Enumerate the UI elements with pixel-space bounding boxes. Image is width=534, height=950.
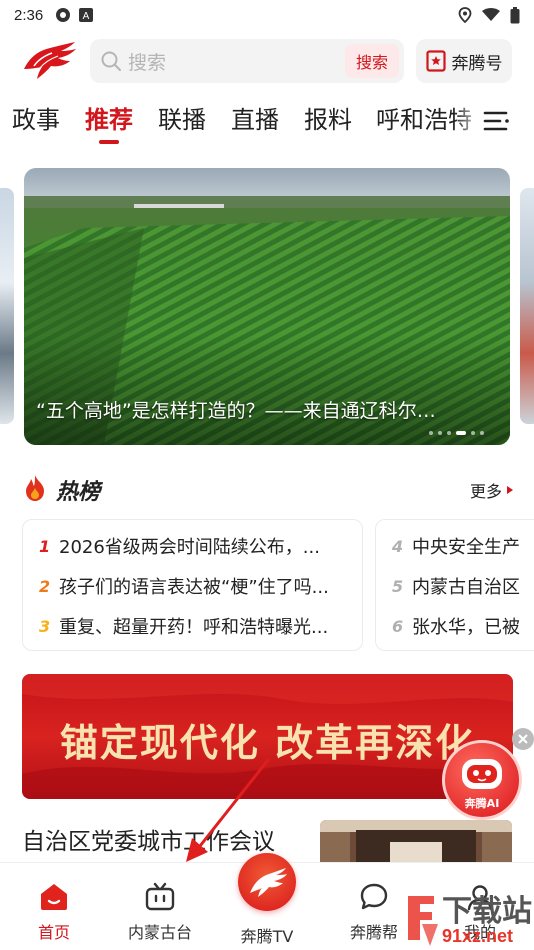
- status-bar: 2:36 A: [0, 0, 534, 30]
- hot-more-label: 更多: [469, 482, 502, 501]
- hot-list-card-1: 1 2026省级两会时间陆续公布，... 2 孩子们的语言表达被“梗”住了吗..…: [22, 519, 363, 651]
- nav-benteng-help-label: 奔腾帮: [349, 923, 398, 942]
- active-tab-indicator: [99, 140, 119, 144]
- tv-icon: [145, 882, 175, 911]
- search-bar[interactable]: 搜索 搜索: [90, 39, 404, 83]
- channel-tabs: 政事 推荐 联播 直播 报料 呼和浩特: [0, 100, 534, 150]
- headline-banner[interactable]: “五个高地”是怎样打造的？——来自通辽科尔…: [24, 168, 510, 445]
- tab-recommend[interactable]: 推荐: [85, 100, 133, 135]
- close-icon: [518, 734, 528, 744]
- carousel-dot[interactable]: [429, 431, 433, 435]
- hot-item-text: 2026省级两会时间陆续公布，...: [59, 537, 320, 558]
- wifi-icon: [482, 8, 500, 21]
- tab-report[interactable]: 报料: [304, 100, 352, 135]
- hot-item[interactable]: 1 2026省级两会时间陆续公布，...: [39, 531, 320, 561]
- app-screen: 2:36 A 搜索 搜索 奔腾号 政事 推荐 联播 直播 报料 呼和浩特 “五个…: [0, 0, 534, 950]
- hot-item[interactable]: 2 孩子们的语言表达被“梗”住了吗...: [39, 571, 329, 601]
- hot-item[interactable]: 3 重复、超量开药！呼和浩特曝光...: [39, 611, 328, 641]
- watermark-logo-mark: [408, 896, 438, 946]
- location-icon: [458, 7, 472, 23]
- carousel-dot[interactable]: [480, 431, 484, 435]
- watermark-title: 下载站: [442, 895, 532, 928]
- nav-nmg-tv-label: 内蒙古台: [127, 923, 192, 942]
- channel-menu-icon[interactable]: [482, 106, 512, 136]
- search-icon: [101, 51, 121, 71]
- carousel-dot-active[interactable]: [456, 431, 466, 435]
- hot-item-text: 内蒙古自治区: [412, 577, 520, 598]
- tab-live[interactable]: 直播: [231, 100, 279, 135]
- hot-item-text: 张水华，已被: [412, 617, 520, 638]
- status-right-icons: [458, 6, 520, 24]
- tabs-fade: [454, 100, 484, 140]
- promo-banner[interactable]: 锚定现代化 改革再深化: [22, 674, 513, 799]
- nav-nmg-tv[interactable]: 内蒙古台: [120, 881, 200, 943]
- carousel-dot[interactable]: [447, 431, 451, 435]
- benteng-tv-center-button[interactable]: [238, 853, 296, 911]
- hot-list-card-2: 4 中央安全生产 5 内蒙古自治区 6 张水华，已被: [375, 519, 534, 651]
- carousel-dots: [429, 431, 484, 435]
- top-header: 搜索 搜索 奔腾号: [0, 36, 534, 88]
- tab-politics[interactable]: 政事: [12, 100, 60, 135]
- hot-rank: 3: [39, 616, 51, 636]
- tab-broadcast[interactable]: 联播: [158, 100, 206, 135]
- hot-item[interactable]: 4 中央安全生产: [392, 531, 520, 561]
- search-input[interactable]: 搜索: [128, 48, 345, 75]
- nav-home[interactable]: 首页: [14, 881, 94, 943]
- benteng-horse-logo[interactable]: [20, 39, 78, 81]
- hot-rank: 6: [392, 616, 404, 636]
- promo-banner-text: 锚定现代化 改革再深化: [59, 720, 476, 765]
- star-bookmark-icon: [425, 50, 446, 72]
- carousel-dot[interactable]: [438, 431, 442, 435]
- hot-rank: 1: [39, 536, 51, 556]
- banner-title: “五个高地”是怎样打造的？——来自通辽科尔…: [36, 400, 436, 422]
- search-button[interactable]: 搜索: [345, 44, 399, 78]
- nav-benteng-tv-label[interactable]: 奔腾TV: [226, 923, 308, 947]
- carousel-next-card[interactable]: [520, 188, 534, 424]
- benteng-account-label: 奔腾号: [451, 53, 503, 74]
- hot-item[interactable]: 5 内蒙古自治区: [392, 571, 520, 601]
- ai-assistant-button[interactable]: 奔腾AI: [442, 740, 522, 820]
- news-item-title[interactable]: 自治区党委城市工作会议: [22, 822, 275, 856]
- benteng-account-button[interactable]: 奔腾号: [416, 39, 512, 83]
- svg-text:A: A: [83, 11, 90, 22]
- chat-bubble-icon: [360, 883, 388, 910]
- carousel-dot[interactable]: [471, 431, 475, 435]
- carousel-prev-card[interactable]: [0, 188, 14, 424]
- site-watermark: 下载站 91xz.net: [404, 886, 534, 950]
- nav-benteng-help[interactable]: 奔腾帮: [334, 881, 414, 943]
- hot-rank: 2: [39, 576, 51, 596]
- status-time: 2:36: [14, 6, 44, 24]
- hot-more-link[interactable]: 更多: [470, 478, 514, 502]
- close-ad-button[interactable]: [512, 728, 534, 750]
- ai-assistant-label: 奔腾AI: [464, 797, 500, 810]
- hot-item-text: 中央安全生产: [412, 537, 520, 558]
- benteng-horse-logo-white: [250, 868, 287, 897]
- watermark-url: 91xz.net: [442, 926, 514, 946]
- hot-list-title: 热榜: [56, 480, 101, 505]
- settings-icon: [56, 8, 71, 22]
- hot-list-header: 热榜 更多: [22, 472, 514, 505]
- hot-item-text: 重复、超量开药！呼和浩特曝光...: [59, 617, 329, 638]
- status-left-icons: A: [55, 7, 94, 23]
- home-icon: [41, 884, 67, 910]
- hot-rank: 5: [392, 576, 404, 596]
- battery-icon: [510, 6, 520, 23]
- notification-a-icon: A: [79, 8, 94, 22]
- hot-item[interactable]: 6 张水华，已被: [392, 611, 520, 641]
- flame-icon: [26, 475, 44, 501]
- caret-right-icon: [507, 486, 513, 494]
- hot-item-text: 孩子们的语言表达被“梗”住了吗...: [59, 577, 329, 598]
- hot-rank: 4: [392, 536, 404, 556]
- nav-home-label: 首页: [37, 923, 70, 942]
